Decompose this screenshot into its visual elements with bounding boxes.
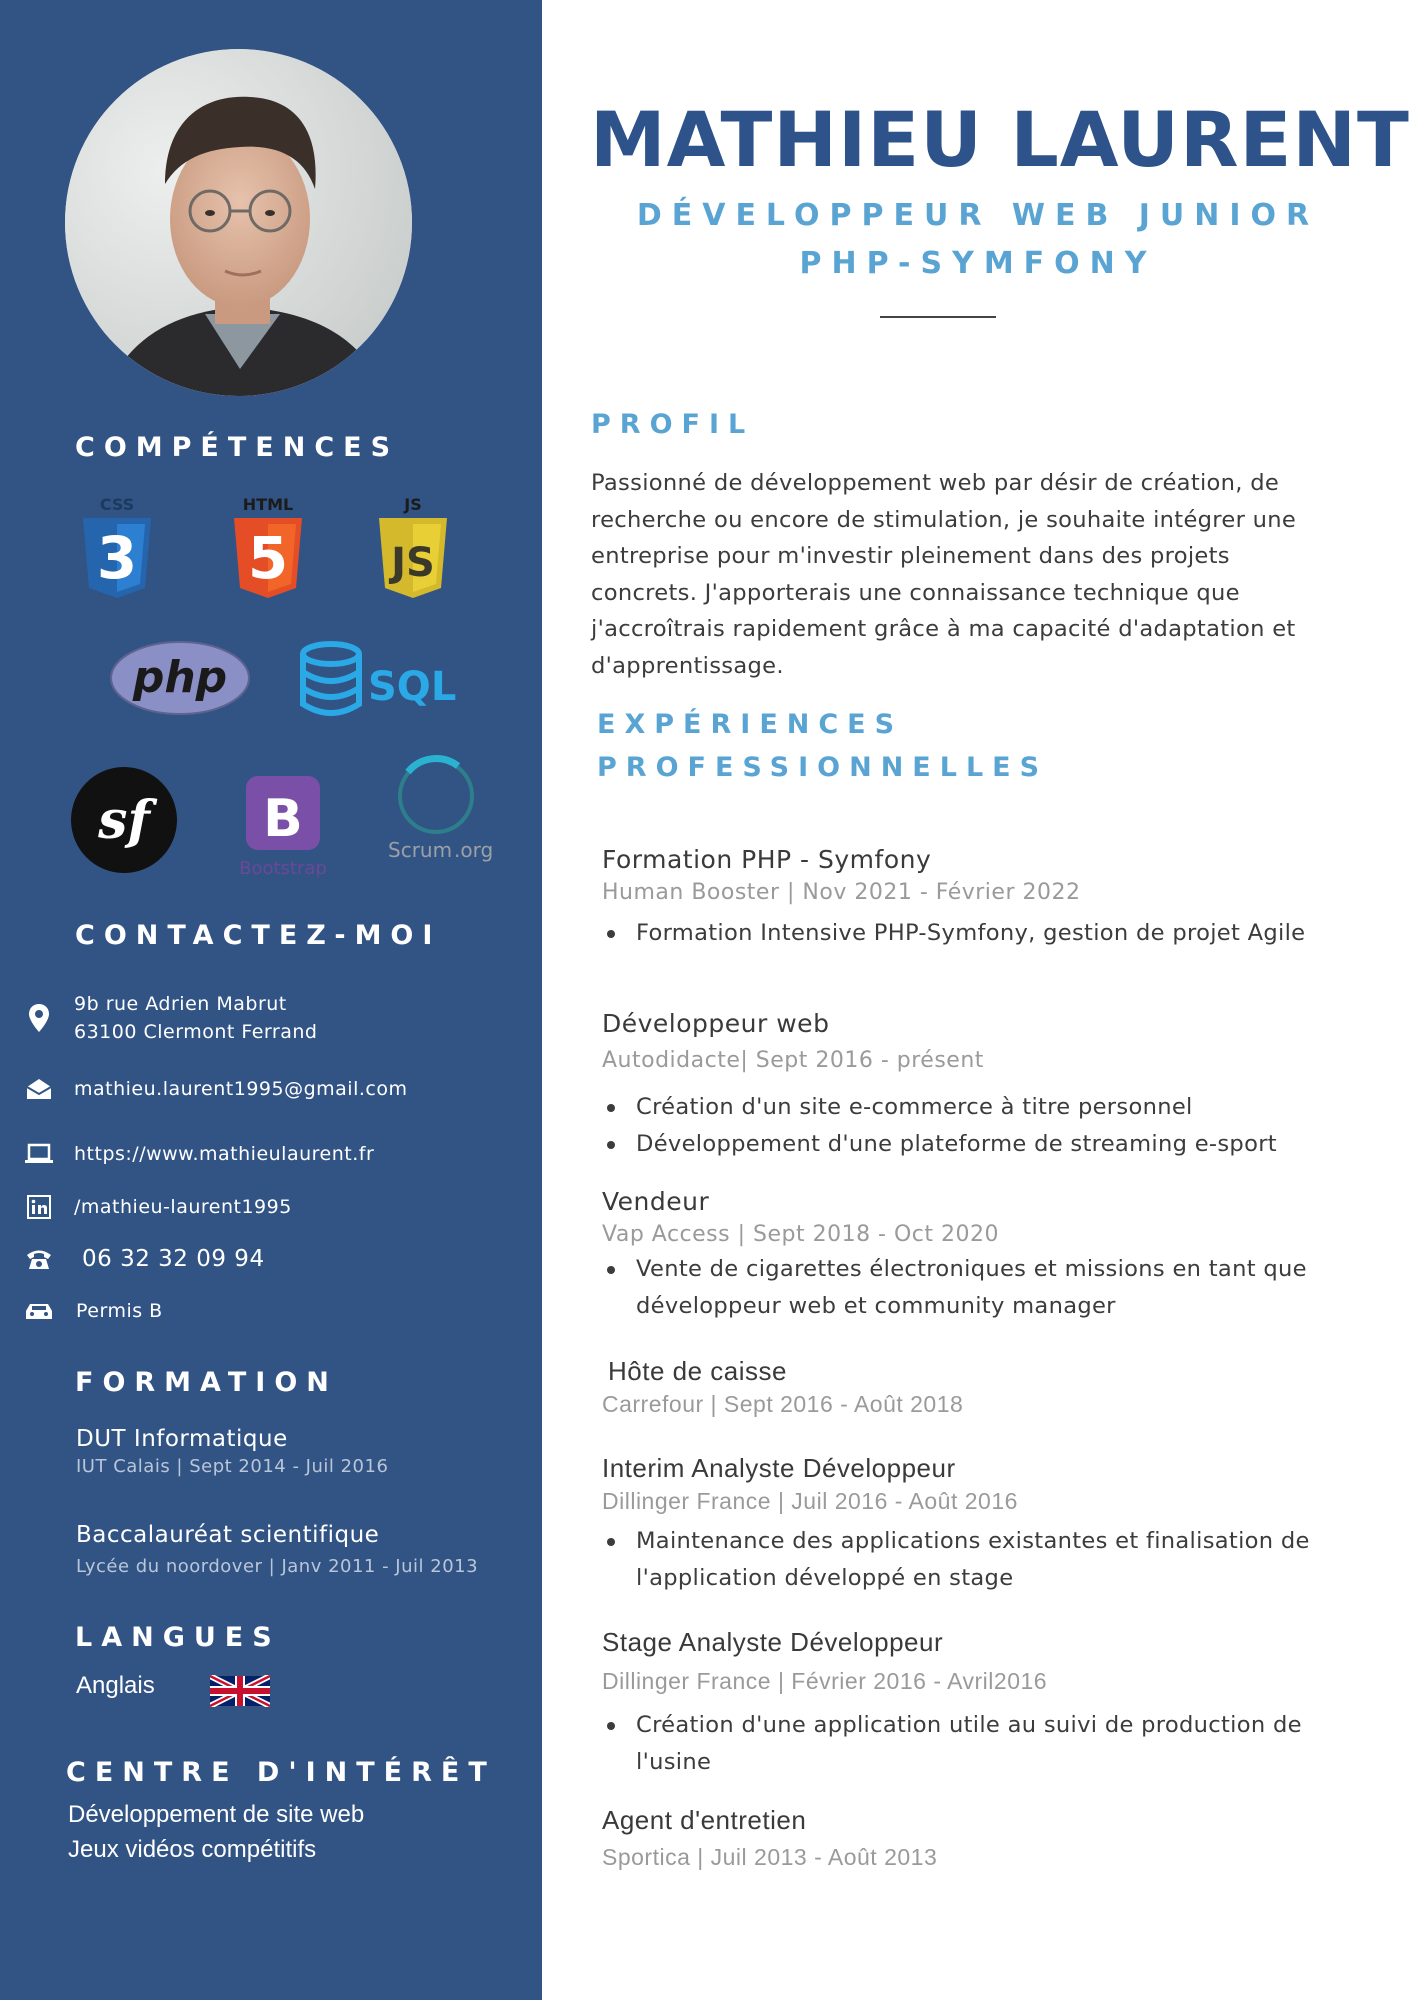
html5-logo: HTML 5: [228, 492, 308, 608]
experience-item: Interim Analyste Développeur Dillinger F…: [602, 1451, 1362, 1596]
experience-bullet: Vente de cigarettes électroniques et mis…: [602, 1251, 1362, 1324]
experience-meta: Human Booster | Nov 2021 - Février 2022: [602, 880, 1081, 905]
experience-meta: Dillinger France | Février 2016 - Avril2…: [602, 1668, 1048, 1694]
linkedin-icon: [24, 1192, 54, 1222]
experience-bullets: Vente de cigarettes électroniques et mis…: [602, 1251, 1362, 1324]
experience-meta: Sportica | Juil 2013 - Août 2013: [602, 1844, 938, 1870]
cv-page: COMPÉTENCES CSS 3 HTML 5 JS JS php SQL s…: [0, 0, 1414, 2000]
experiences-heading-line1: EXPÉRIENCES: [597, 709, 904, 740]
contact-licence: Permis B: [24, 1296, 163, 1326]
address-line2: 63100 Clermont Ferrand: [74, 1021, 318, 1043]
profil-text: Passionné de développement web par désir…: [591, 470, 1297, 679]
svg-text:CSS: CSS: [100, 495, 134, 514]
location-pin-icon: [24, 1003, 54, 1033]
formation-heading: FORMATION: [75, 1367, 338, 1398]
experience-bullet: Développement d'une plateforme de stream…: [602, 1126, 1362, 1163]
website-link[interactable]: https://www.mathieulaurent.fr: [74, 1140, 374, 1168]
experience-title: Développeur web: [602, 1009, 830, 1038]
experience-item: Formation PHP - Symfony Human Booster | …: [602, 843, 1362, 952]
scrum-org-logo: Scrum .org: [386, 752, 496, 871]
experiences-heading-line2: PROFESSIONNELLES: [597, 752, 1049, 783]
svg-text:5: 5: [248, 524, 288, 592]
svg-text:HTML: HTML: [243, 495, 293, 514]
experience-bullets: Maintenance des applications existantes …: [602, 1523, 1362, 1596]
experience-bullet: Maintenance des applications existantes …: [602, 1523, 1362, 1596]
formation-1-title: DUT Informatique: [76, 1426, 288, 1452]
candidate-name: MATHIEU LAURENT: [590, 95, 1410, 184]
svg-text:.org: .org: [454, 838, 493, 862]
svg-text:3: 3: [97, 524, 137, 592]
linkedin-link[interactable]: /mathieu-laurent1995: [74, 1193, 292, 1221]
svg-text:php: php: [132, 652, 227, 703]
svg-text:B: B: [263, 789, 303, 849]
javascript-logo: JS JS: [373, 492, 453, 608]
php-logo: php: [109, 640, 251, 720]
contact-heading: CONTACTEZ-MOI: [75, 920, 442, 951]
interet-2: Jeux vidéos compétitifs: [68, 1836, 317, 1863]
laptop-icon: [24, 1139, 54, 1169]
contact-linkedin: /mathieu-laurent1995: [24, 1192, 292, 1222]
css3-logo: CSS 3: [77, 492, 157, 608]
svg-text:Scrum: Scrum: [388, 838, 452, 862]
job-title-line2: PHP-SYMFONY: [799, 246, 1157, 281]
profile-photo-image: [65, 49, 412, 396]
experience-bullets: Formation Intensive PHP-Symfony, gestion…: [602, 915, 1362, 952]
address-line1: 9b rue Adrien Mabrut: [74, 993, 287, 1015]
title-divider: [880, 316, 996, 318]
envelope-icon: [24, 1074, 54, 1104]
contact-phone: 06 32 32 09 94: [24, 1244, 265, 1274]
experience-meta: Autodidacte| Sept 2016 - présent: [602, 1048, 984, 1073]
sql-logo: SQL: [298, 640, 458, 724]
bootstrap-logo: B Bootstrap: [226, 774, 341, 884]
email-link[interactable]: mathieu.laurent1995@gmail.com: [74, 1075, 407, 1103]
competences-heading: COMPÉTENCES: [75, 432, 400, 463]
profil-heading: PROFIL: [591, 409, 755, 440]
experience-item: Stage Analyste Développeur Dillinger Fra…: [602, 1625, 1362, 1780]
interet-1: Développement de site web: [68, 1801, 365, 1828]
langues-heading: LANGUES: [75, 1622, 281, 1653]
experience-meta: Carrefour | Sept 2016 - Août 2018: [602, 1391, 964, 1417]
experience-bullet: Formation Intensive PHP-Symfony, gestion…: [602, 915, 1362, 952]
svg-text:JS: JS: [403, 495, 421, 514]
experience-bullet: Création d'un site e-commerce à titre pe…: [602, 1089, 1362, 1126]
formation-1-sub: IUT Calais | Sept 2014 - Juil 2016: [76, 1456, 389, 1477]
sidebar: COMPÉTENCES CSS 3 HTML 5 JS JS php SQL s…: [0, 0, 542, 2000]
formation-2-sub: Lycée du noordover | Janv 2011 - Juil 20…: [76, 1556, 479, 1577]
job-title-line1: DÉVELOPPEUR WEB JUNIOR: [636, 198, 1320, 233]
experience-bullets: Création d'une application utile au suiv…: [602, 1707, 1362, 1780]
contact-website: https://www.mathieulaurent.fr: [24, 1139, 374, 1169]
experience-title: Vendeur: [602, 1187, 710, 1216]
experience-title: Formation PHP - Symfony: [602, 845, 932, 874]
experience-bullet: Création d'une application utile au suiv…: [602, 1707, 1362, 1780]
experience-title: Agent d'entretien: [602, 1805, 807, 1835]
svg-text:SQL: SQL: [368, 664, 456, 710]
langue-anglais: Anglais: [76, 1672, 155, 1699]
profile-photo: [65, 49, 412, 396]
experience-meta: Vap Access | Sept 2018 - Oct 2020: [602, 1222, 1000, 1247]
svg-text:sf: sf: [97, 790, 157, 851]
experience-meta: Dillinger France | Juil 2016 - Août 2016: [602, 1488, 1018, 1514]
experience-item: Agent d'entretien Sportica | Juil 2013 -…: [602, 1803, 1362, 1873]
experience-item: Vendeur Vap Access | Sept 2018 - Oct 202…: [602, 1185, 1362, 1324]
experience-bullets: Création d'un site e-commerce à titre pe…: [602, 1089, 1362, 1162]
svg-text:JS: JS: [388, 540, 435, 586]
experience-item: Développeur web Autodidacte| Sept 2016 -…: [602, 1007, 1362, 1162]
experience-item: Hôte de caisse Carrefour | Sept 2016 - A…: [602, 1354, 1368, 1420]
experience-title: Interim Analyste Développeur: [602, 1453, 956, 1483]
experience-title: Stage Analyste Développeur: [602, 1627, 944, 1657]
uk-flag-icon: [208, 1673, 272, 1711]
interets-heading: CENTRE D'INTÉRÊT: [66, 1757, 496, 1788]
phone-number[interactable]: 06 32 32 09 94: [82, 1245, 265, 1273]
car-icon: [24, 1296, 54, 1326]
formation-2-title: Baccalauréat scientifique: [76, 1522, 380, 1548]
licence-text: Permis B: [76, 1300, 163, 1322]
contact-address: 9b rue Adrien Mabrut 63100 Clermont Ferr…: [24, 990, 317, 1046]
experience-title: Hôte de caisse: [608, 1356, 787, 1386]
telephone-icon: [24, 1244, 54, 1274]
symfony-logo: sf: [70, 766, 178, 878]
svg-text:Bootstrap: Bootstrap: [239, 858, 327, 879]
contact-email: mathieu.laurent1995@gmail.com: [24, 1074, 407, 1104]
